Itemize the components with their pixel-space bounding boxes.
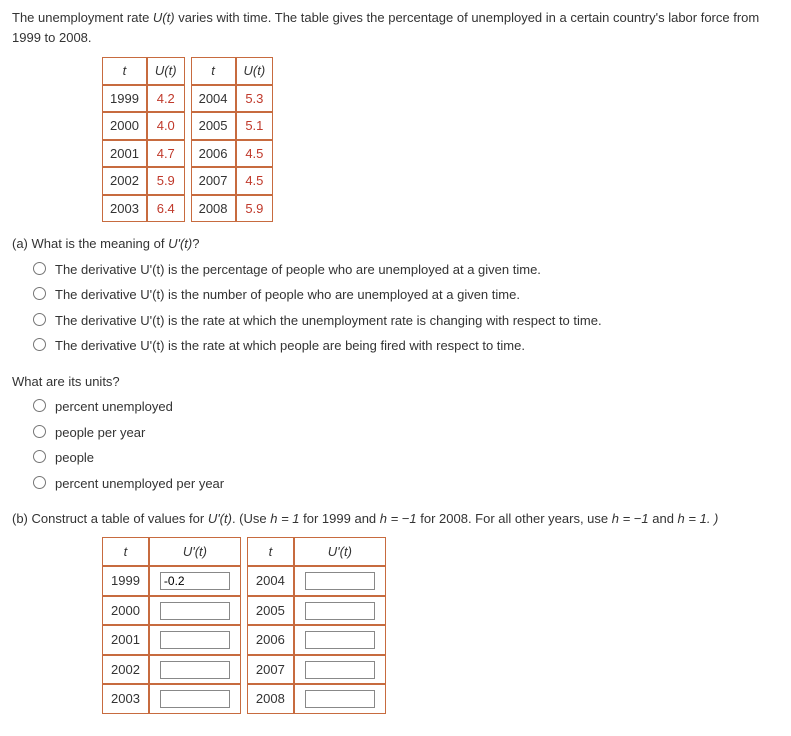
ans-input-2006[interactable] — [305, 631, 375, 649]
units-option-3-radio[interactable] — [33, 450, 46, 463]
col-ut-header: U(t) — [147, 57, 185, 85]
table-row: 2002 — [102, 167, 147, 195]
table-row: 2008 — [191, 195, 236, 223]
problem-statement: The unemployment rate U(t) varies with t… — [12, 8, 779, 47]
ans-year: 2002 — [102, 655, 149, 685]
ans-input-2002[interactable] — [160, 661, 230, 679]
table-row: 4.2 — [147, 85, 185, 113]
units-option-3-label: people — [55, 448, 94, 468]
table-row: 5.1 — [236, 112, 274, 140]
ans-year: 2003 — [102, 684, 149, 714]
ans-year: 2007 — [247, 655, 294, 685]
units-option-4-label: percent unemployed per year — [55, 474, 224, 494]
intro-text: The unemployment rate — [12, 10, 153, 25]
given-data-table: t U(t) t U(t) 1999 4.2 2004 5.3 2000 4.0… — [102, 57, 779, 222]
table-row: 4.7 — [147, 140, 185, 168]
table-row: 1999 — [102, 85, 147, 113]
ans-col-ut-2: U'(t) — [294, 537, 386, 567]
ans-input-2000[interactable] — [160, 602, 230, 620]
ans-input-1999[interactable] — [160, 572, 230, 590]
ans-year: 2008 — [247, 684, 294, 714]
qa-option-2-label: The derivative U'(t) is the number of pe… — [55, 285, 520, 305]
col-t-header: t — [102, 57, 147, 85]
qa-option-4-label: The derivative U'(t) is the rate at whic… — [55, 336, 525, 356]
answer-table: t U'(t) t U'(t) 1999 2004 2000 2005 — [102, 537, 386, 714]
table-row: 4.5 — [236, 167, 274, 195]
table-row: 2001 — [102, 140, 147, 168]
question-units: What are its units? percent unemployed p… — [12, 372, 779, 494]
table-row: 2005 — [191, 112, 236, 140]
table-row: 2004 — [191, 85, 236, 113]
ans-year: 2001 — [102, 625, 149, 655]
ans-input-2007[interactable] — [305, 661, 375, 679]
ans-year: 2006 — [247, 625, 294, 655]
ans-year: 2005 — [247, 596, 294, 626]
qa-option-1-label: The derivative U'(t) is the percentage o… — [55, 260, 541, 280]
intro-func: U(t) — [153, 10, 175, 25]
qa-option-3-label: The derivative U'(t) is the rate at whic… — [55, 311, 602, 331]
table-row: 2007 — [191, 167, 236, 195]
col-t-header-2: t — [191, 57, 236, 85]
qa-option-4-radio[interactable] — [33, 338, 46, 351]
qa-option-3-radio[interactable] — [33, 313, 46, 326]
ans-input-2004[interactable] — [305, 572, 375, 590]
table-row: 2006 — [191, 140, 236, 168]
units-option-1-label: percent unemployed — [55, 397, 173, 417]
question-b-label: (b) Construct a table of values for U'(t… — [12, 509, 779, 529]
table-row: 5.3 — [236, 85, 274, 113]
table-row: 5.9 — [236, 195, 274, 223]
question-a: (a) What is the meaning of U'(t)? The de… — [12, 234, 779, 356]
qa-option-2-radio[interactable] — [33, 287, 46, 300]
units-option-2-label: people per year — [55, 423, 145, 443]
units-option-4-radio[interactable] — [33, 476, 46, 489]
question-b: (b) Construct a table of values for U'(t… — [12, 509, 779, 714]
question-a-label: (a) What is the meaning of U'(t)? — [12, 234, 779, 254]
col-ut-header-2: U(t) — [236, 57, 274, 85]
ans-input-2005[interactable] — [305, 602, 375, 620]
ans-year: 2004 — [247, 566, 294, 596]
table-row: 2000 — [102, 112, 147, 140]
question-units-label: What are its units? — [12, 372, 779, 392]
table-row: 4.5 — [236, 140, 274, 168]
ans-year: 2000 — [102, 596, 149, 626]
ans-col-ut: U'(t) — [149, 537, 241, 567]
ans-col-t: t — [102, 537, 149, 567]
ans-input-2003[interactable] — [160, 690, 230, 708]
units-option-1-radio[interactable] — [33, 399, 46, 412]
ans-year: 1999 — [102, 566, 149, 596]
ans-input-2008[interactable] — [305, 690, 375, 708]
qa-option-1-radio[interactable] — [33, 262, 46, 275]
table-row: 2003 — [102, 195, 147, 223]
table-row: 6.4 — [147, 195, 185, 223]
units-option-2-radio[interactable] — [33, 425, 46, 438]
table-row: 4.0 — [147, 112, 185, 140]
ans-col-t-2: t — [247, 537, 294, 567]
table-row: 5.9 — [147, 167, 185, 195]
ans-input-2001[interactable] — [160, 631, 230, 649]
